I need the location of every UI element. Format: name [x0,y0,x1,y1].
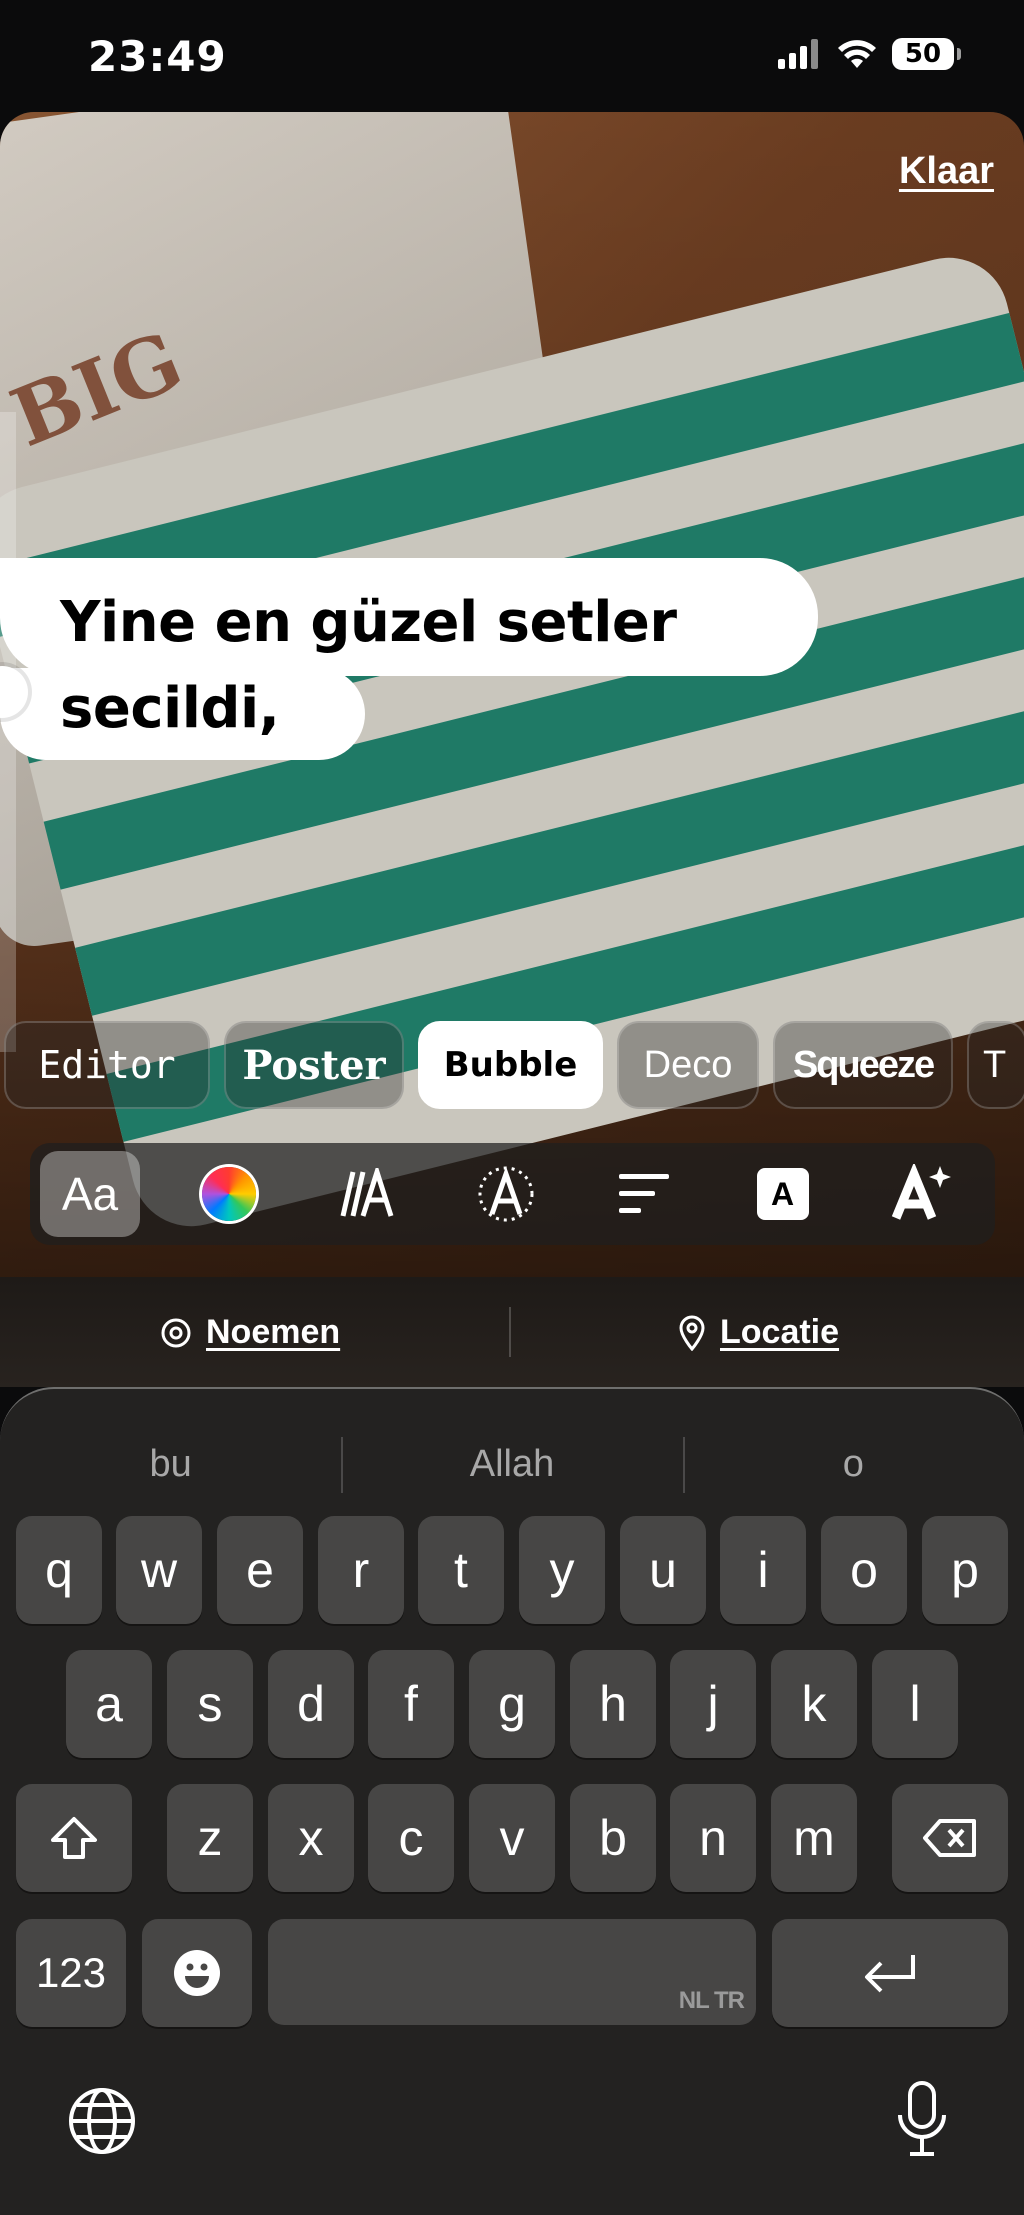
text-background-icon: A [756,1168,809,1220]
sparkle-text-icon [891,1164,951,1220]
done-button[interactable]: Klaar [899,150,994,193]
font-chip-deco[interactable]: Deco [617,1021,759,1109]
mention-label: Noemen [206,1313,341,1351]
font-tool-button[interactable]: Aa [40,1151,140,1237]
key-e[interactable]: e [217,1516,303,1624]
dictation-button[interactable] [894,2079,950,2164]
italic-animation-icon [340,1168,394,1217]
animation-tool-button[interactable] [317,1151,417,1237]
emoji-icon [174,1950,220,1996]
font-style-picker: Editor Poster Bubble Deco Squeeze T [0,1021,1024,1111]
mention-location-bar: Noemen Locatie [0,1277,1024,1387]
divider [509,1307,511,1357]
location-label: Locatie [720,1313,840,1351]
alignment-button[interactable] [594,1151,694,1237]
globe-button[interactable] [68,2087,136,2160]
emoji-key[interactable] [142,1919,252,2027]
at-sign-icon [161,1318,191,1347]
status-bar: 23:49 50 [0,0,1024,112]
key-x[interactable]: x [268,1784,354,1892]
key-d[interactable]: d [268,1650,354,1758]
font-chip-more[interactable]: T [967,1021,1024,1109]
key-i[interactable]: i [720,1516,806,1624]
key-r[interactable]: r [318,1516,404,1624]
predictive-suggestions: bu Allah o [0,1429,1024,1499]
shift-key[interactable] [16,1784,132,1892]
status-time: 23:49 [88,32,227,81]
text-sparkle-button[interactable] [871,1151,971,1237]
battery-indicator: 50 [892,38,961,70]
key-o[interactable]: o [821,1516,907,1624]
key-s[interactable]: s [167,1650,253,1758]
microphone-icon [898,2081,946,2156]
key-q[interactable]: q [16,1516,102,1624]
font-chip-bubble[interactable]: Bubble [418,1021,603,1109]
key-z[interactable]: z [167,1784,253,1892]
key-j[interactable]: j [670,1650,756,1758]
text-effect-icon [478,1166,533,1222]
location-button[interactable]: Locatie [678,1313,839,1352]
key-k[interactable]: k [771,1650,857,1758]
font-chip-squeeze[interactable]: Squeeze [773,1021,953,1109]
keyboard: bu Allah o q w e r t y u i o p a s d f g… [0,1387,1024,2215]
font-chip-poster[interactable]: Poster [224,1021,404,1109]
color-tool-button[interactable] [179,1151,279,1237]
return-key[interactable] [772,1919,1008,2027]
text-background-button[interactable]: A [733,1151,833,1237]
color-wheel-icon [201,1167,256,1221]
key-a[interactable]: a [66,1650,152,1758]
key-b[interactable]: b [570,1784,656,1892]
cellular-signal-icon [778,39,818,69]
key-n[interactable]: n [670,1784,756,1892]
suggestion[interactable]: Allah [341,1429,682,1499]
key-h[interactable]: h [570,1650,656,1758]
numbers-key[interactable]: 123 [16,1919,126,2027]
align-left-icon [619,1174,669,1213]
key-w[interactable]: w [116,1516,202,1624]
story-text-line: secildi, [60,676,280,741]
key-v[interactable]: v [469,1784,555,1892]
key-l[interactable]: l [872,1650,958,1758]
wifi-icon [838,40,876,68]
story-text-line: Yine en güzel setler [60,590,677,655]
globe-icon [69,2088,135,2154]
location-pin-icon [679,1315,705,1351]
shift-icon [51,1817,97,1859]
status-icons: 50 [778,38,961,70]
key-c[interactable]: c [368,1784,454,1892]
mention-button[interactable]: Noemen [160,1313,340,1352]
return-icon [865,1955,915,1993]
suggestion[interactable]: o [682,1429,1024,1499]
key-m[interactable]: m [771,1784,857,1892]
key-t[interactable]: t [418,1516,504,1624]
key-u[interactable]: u [620,1516,706,1624]
suggestion[interactable]: bu [0,1429,341,1499]
keyboard-language-label: NL TR [678,1987,745,2014]
font-icon: Aa [61,1168,119,1220]
key-f[interactable]: f [368,1650,454,1758]
text-tools-toolbar: Aa A [30,1143,995,1245]
backspace-icon [923,1819,976,1857]
story-text-input[interactable]: Yine en güzel setler secildi, [60,580,820,752]
text-effect-button[interactable] [456,1151,556,1237]
delete-key[interactable] [892,1784,1008,1892]
font-chip-editor[interactable]: Editor [4,1021,210,1109]
key-y[interactable]: y [519,1516,605,1624]
key-p[interactable]: p [922,1516,1008,1624]
space-bar[interactable]: NL TR [268,1919,756,2025]
key-g[interactable]: g [469,1650,555,1758]
